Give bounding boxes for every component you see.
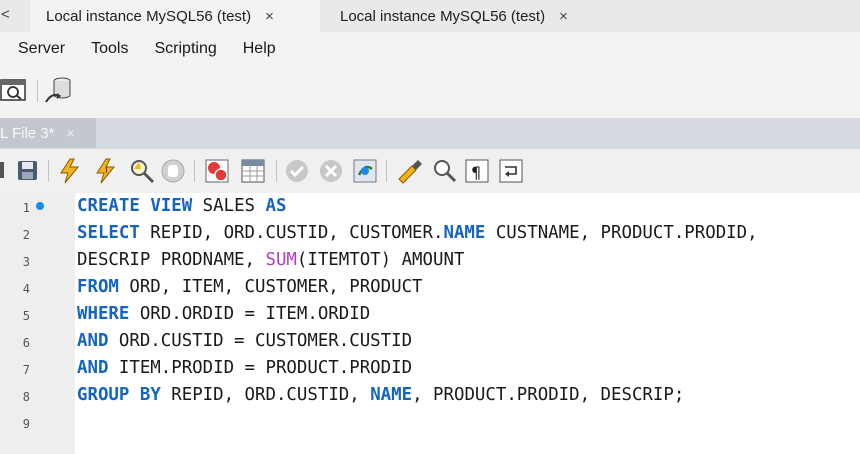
code-line[interactable]: GROUP BY REPID, ORD.CUSTID, NAME, PRODUC… <box>77 385 684 405</box>
invisible-chars-icon[interactable]: ¶ <box>464 157 492 185</box>
commit-icon[interactable] <box>284 158 312 186</box>
connection-tab-1-label: Local instance MySQL56 (test) <box>46 7 252 25</box>
code-line[interactable]: FROM ORD, ITEM, CUSTOMER, PRODUCT <box>77 277 423 297</box>
line-number: 3 <box>22 255 30 269</box>
editor-tab-label: L File 3* <box>0 124 55 142</box>
line-number: 9 <box>22 417 30 431</box>
save-icon[interactable] <box>16 159 40 183</box>
editor-tab-bar: L File 3* × <box>0 118 860 148</box>
database-connect-icon[interactable] <box>42 74 76 108</box>
rollback-icon[interactable] <box>318 158 346 186</box>
sql-text: (ITEMTOT) AMOUNT <box>296 250 465 270</box>
sql-keyword: NAME <box>443 223 486 243</box>
code-line[interactable]: AND ITEM.PRODID = PRODUCT.PRODID <box>77 358 412 378</box>
sql-text: SALES <box>192 196 266 216</box>
sql-keyword: AND <box>77 331 109 351</box>
sql-keyword: CREATE <box>77 196 140 216</box>
code-line[interactable]: DESCRIP PRODNAME, SUM(ITEMTOT) AMOUNT <box>77 250 464 270</box>
sql-keyword: WHERE <box>77 304 130 324</box>
close-icon[interactable]: × <box>265 8 274 25</box>
sql-keyword: FROM <box>77 277 119 297</box>
sql-keyword: AND <box>77 358 109 378</box>
wrap-icon[interactable] <box>498 157 526 185</box>
connection-tab-2-label: Local instance MySQL56 (test) <box>340 7 546 25</box>
close-icon[interactable]: × <box>66 125 74 141</box>
sql-keyword: SELECT <box>77 223 140 243</box>
sql-text: CUSTNAME, PRODUCT.PRODID, <box>485 223 758 243</box>
sql-text: ORD.CUSTID = CUSTOMER.CUSTID <box>108 331 413 351</box>
sql-text: ITEM.PRODID = PRODUCT.PRODID <box>108 358 413 378</box>
query-inspector-icon[interactable] <box>0 78 28 104</box>
stop-icon[interactable] <box>160 157 188 185</box>
execute-current-icon[interactable]: I <box>92 157 120 185</box>
line-number: 6 <box>22 336 30 350</box>
sql-keyword: VIEW <box>150 196 193 216</box>
autocommit-icon[interactable] <box>352 157 380 185</box>
beautify-icon[interactable] <box>396 157 424 185</box>
sql-text: , PRODUCT.PRODID, DESCRIP; <box>412 385 685 405</box>
code-line[interactable]: CREATE VIEW SALES AS <box>77 196 286 216</box>
code-line[interactable]: WHERE ORD.ORDID = ITEM.ORDID <box>77 304 370 324</box>
sql-function: SUM <box>265 250 297 270</box>
line-number: 2 <box>22 228 30 242</box>
sql-text: REPID, ORD.CUSTID, <box>160 385 371 405</box>
menu-help[interactable]: Help <box>243 40 276 58</box>
sql-editor-toolbar: I ¶ <box>0 148 860 193</box>
menu-scripting[interactable]: Scripting <box>154 40 216 58</box>
sql-keyword: GROUP <box>77 385 130 405</box>
sql-text: ORD.ORDID = ITEM.ORDID <box>129 304 371 324</box>
sql-text: REPID, ORD.CUSTID, CUSTOMER. <box>139 223 444 243</box>
sql-text: DESCRIP PRODNAME, <box>77 250 266 270</box>
connection-tab-2[interactable]: Local instance MySQL56 (test) × <box>322 0 612 32</box>
toggle-continue-icon[interactable] <box>204 157 232 185</box>
svg-text:I: I <box>105 166 108 176</box>
svg-text:¶: ¶ <box>471 163 481 182</box>
main-toolbar <box>0 66 860 118</box>
menu-tools[interactable]: Tools <box>91 40 128 58</box>
sql-keyword: BY <box>139 385 161 405</box>
statement-marker-icon <box>36 202 44 210</box>
editor-tab-sql-file-3[interactable]: L File 3* × <box>0 118 96 148</box>
menu-bar: Server Tools Scripting Help <box>0 32 860 66</box>
connection-tab-1[interactable]: Local instance MySQL56 (test) × <box>30 0 320 32</box>
connection-tab-bar: < Local instance MySQL56 (test) × Local … <box>0 0 860 32</box>
execute-icon[interactable] <box>56 157 84 185</box>
scroll-left-icon[interactable]: < <box>1 6 10 23</box>
line-number: 7 <box>22 363 30 377</box>
explain-icon[interactable] <box>128 157 156 185</box>
close-icon[interactable]: × <box>559 8 568 25</box>
code-line[interactable]: SELECT REPID, ORD.CUSTID, CUSTOMER.NAME … <box>77 223 758 243</box>
code-line[interactable]: AND ORD.CUSTID = CUSTOMER.CUSTID <box>77 331 412 351</box>
sql-text: ORD, ITEM, CUSTOMER, PRODUCT <box>118 277 423 297</box>
line-number: 1 <box>22 201 30 215</box>
sql-keyword: AS <box>265 196 287 216</box>
open-file-icon[interactable] <box>0 160 6 180</box>
menu-server[interactable]: Server <box>18 40 65 58</box>
toggle-result-icon[interactable] <box>240 157 268 185</box>
line-number: 5 <box>22 309 30 323</box>
line-number: 8 <box>22 390 30 404</box>
find-icon[interactable] <box>432 157 458 185</box>
sql-keyword: NAME <box>370 385 413 405</box>
line-number: 4 <box>22 282 30 296</box>
line-number-gutter: 1 2 3 4 5 6 7 8 9 <box>0 192 75 454</box>
